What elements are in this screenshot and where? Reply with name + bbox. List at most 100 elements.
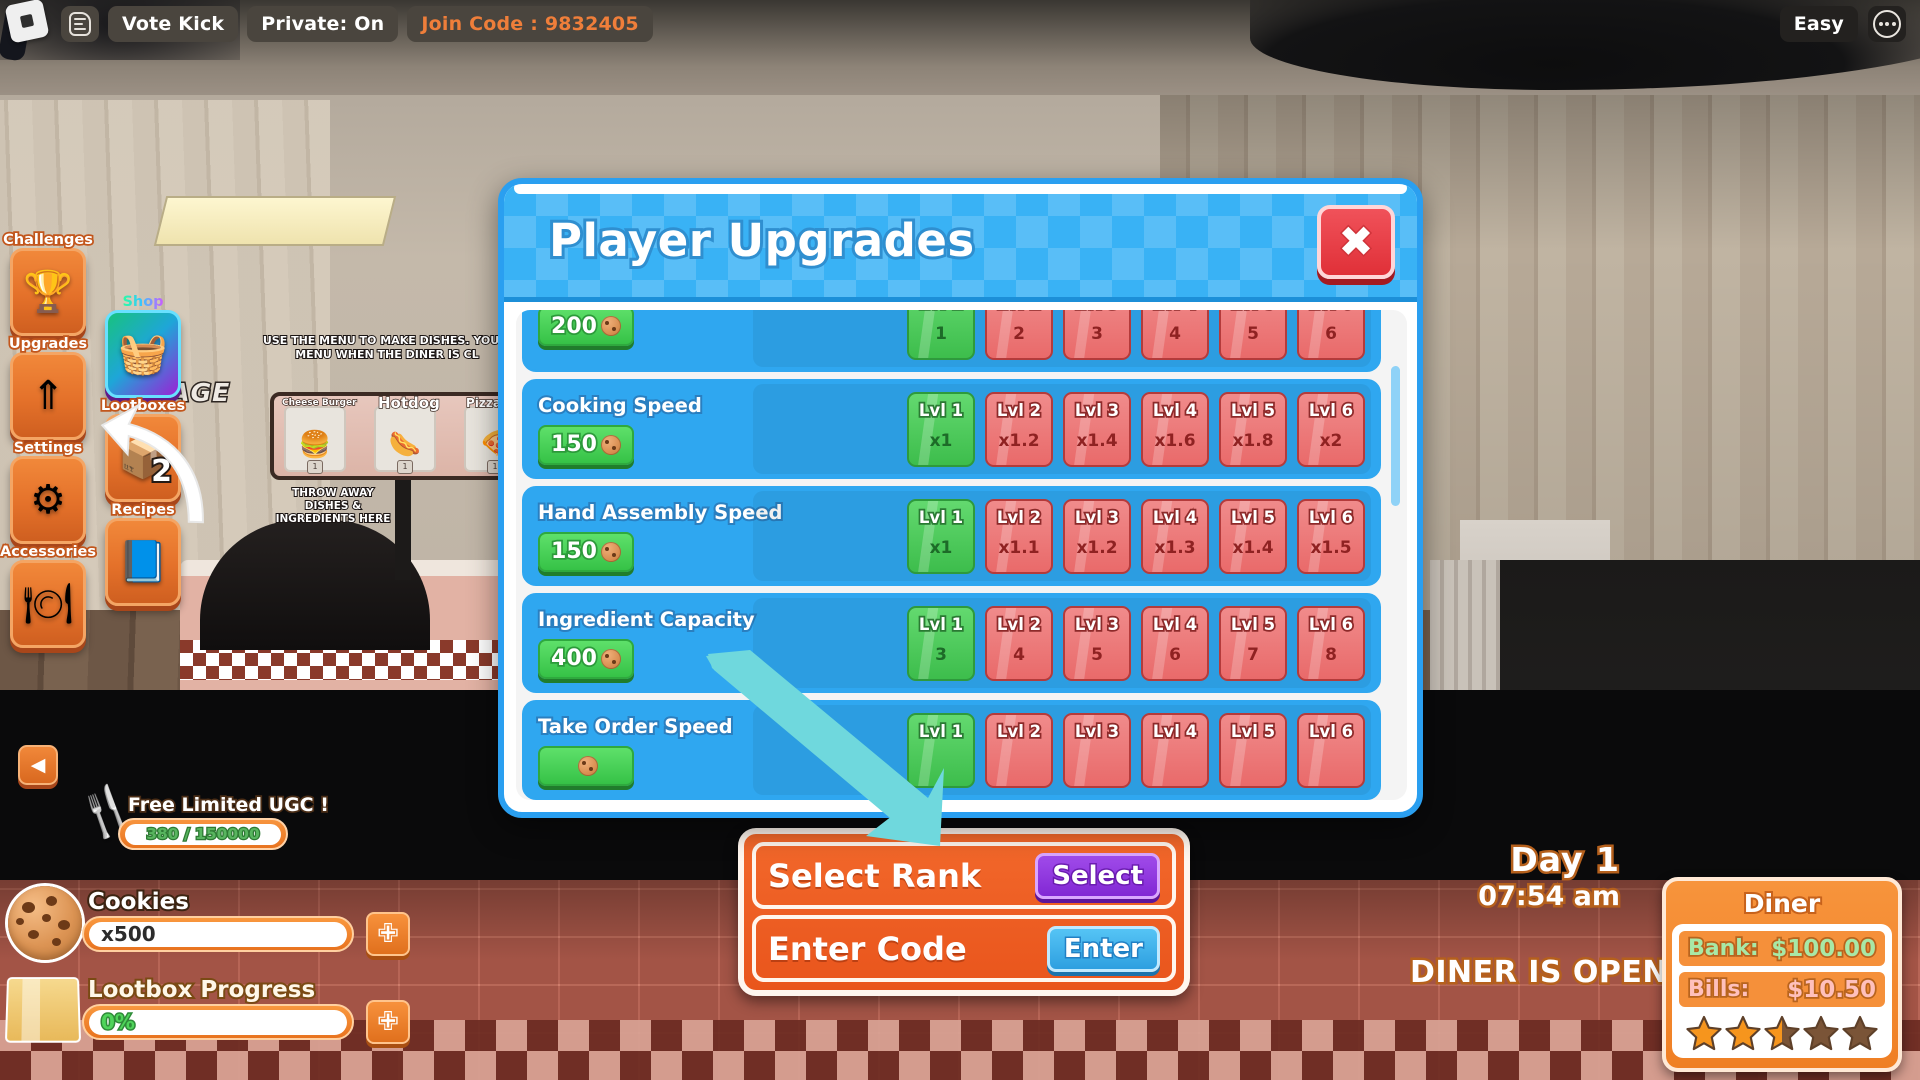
recipe-book-icon: 📘 (118, 539, 168, 585)
upgrade-level-value: x1.4 (1076, 430, 1118, 451)
upgrade-level-button[interactable]: Lvl 4 (1141, 712, 1209, 788)
bills-label: Bills: (1686, 975, 1751, 1004)
modal-close-button[interactable]: ✖ (1317, 205, 1395, 279)
menu-button[interactable] (61, 6, 99, 42)
more-options-button[interactable] (1868, 6, 1906, 42)
modal-scrollbar-thumb[interactable] (1391, 366, 1400, 506)
upgrade-price-button[interactable]: 150 (538, 531, 634, 572)
upgrade-level-button[interactable]: Lvl 2 x1.1 (985, 498, 1053, 574)
enter-button[interactable]: Enter (1046, 925, 1160, 972)
upgrade-level-label: Lvl 6 (1307, 613, 1355, 636)
upgrade-level-button[interactable]: Lvl 3 3 (1063, 310, 1131, 360)
select-rank-row: Select Rank Select (752, 842, 1176, 909)
upgrade-price-button[interactable]: 150 (538, 424, 634, 465)
upgrade-level-button[interactable]: Lvl 4 x1.3 (1141, 498, 1209, 574)
sidebar-item-label: Accessories (0, 542, 98, 562)
upgrade-level-button[interactable]: Lvl 6 x1.5 (1297, 498, 1365, 574)
top-bar-right: Easy (1779, 6, 1920, 42)
upgrade-level-button[interactable]: Lvl 1 1 (907, 310, 975, 360)
dish-label-2: Pizza (465, 395, 501, 410)
vote-kick-button[interactable]: Vote Kick (108, 6, 239, 42)
cookies-add-button[interactable]: ✙ (366, 912, 410, 956)
upgrade-level-button[interactable]: Lvl 3 5 (1063, 605, 1131, 681)
sidebar-item-recipes[interactable]: Recipes 📘 (105, 500, 181, 606)
upgrade-name: Hand Assembly Speed (536, 499, 785, 526)
upgrade-info: 200 (538, 310, 753, 346)
upgrade-level-value: x1.4 (1232, 537, 1274, 558)
upgrade-level-label: Lvl 6 (1307, 720, 1355, 743)
sidebar-item-lootboxes[interactable]: Lootboxes 📦 2 (99, 396, 187, 502)
upgrade-level-label: Lvl 2 (995, 310, 1043, 314)
upgrade-level-button[interactable]: Lvl 1 x1 (907, 391, 975, 467)
sidebar-item-upgrades[interactable]: Upgrades ⇑ (7, 334, 89, 440)
select-button[interactable]: Select (1035, 852, 1160, 899)
upgrade-level-button[interactable]: Lvl 1 3 (907, 605, 975, 681)
star-icon (1724, 1015, 1762, 1051)
upgrade-price-button[interactable] (538, 745, 634, 786)
upgrade-level-label: Lvl 4 (1151, 506, 1199, 529)
upgrade-level-value: x2 (1319, 430, 1343, 451)
upgrade-level-button[interactable]: Lvl 5 x1.4 (1219, 498, 1287, 574)
upgrade-level-button[interactable]: Lvl 2 2 (985, 310, 1053, 360)
upgrade-level-value: x1.5 (1310, 537, 1352, 558)
sidebar-item-settings[interactable]: Settings ⚙ (10, 438, 86, 544)
upgrade-level-label: Lvl 6 (1307, 506, 1355, 529)
upgrade-level-button[interactable]: Lvl 5 (1219, 712, 1287, 788)
sidebar-item-challenges[interactable]: Challenges 🏆 (1, 230, 95, 336)
upgrade-level-value: x1.2 (1076, 537, 1118, 558)
modal-scrollbar-track[interactable] (1389, 316, 1401, 794)
lootbox-value: 0% (100, 1009, 137, 1036)
upgrade-level-label: Lvl 5 (1229, 720, 1277, 743)
upgrade-level-button[interactable]: Lvl 4 4 (1141, 310, 1209, 360)
bottom-left-hud: 🍴 Free Limited UGC ! 380 / 150000 Cookie… (0, 770, 430, 1080)
upgrade-level-button[interactable]: Lvl 6 6 (1297, 310, 1365, 360)
upgrade-level-button[interactable]: Lvl 6 8 (1297, 605, 1365, 681)
upgrade-level-button[interactable]: Lvl 5 5 (1219, 310, 1287, 360)
upgrade-level-button[interactable]: Lvl 5 7 (1219, 605, 1287, 681)
upgrade-level-button[interactable]: Lvl 5 x1.8 (1219, 391, 1287, 467)
diner-status-text: DINER IS OPEN (1407, 953, 1670, 993)
upgrade-level-button[interactable]: Lvl 2 (985, 712, 1053, 788)
star-icon (1802, 1015, 1840, 1051)
lootbox-add-button[interactable]: ✙ (366, 1000, 410, 1044)
sidebar-item-accessories[interactable]: Accessories 🍽 (0, 542, 98, 648)
cookie-icon (8, 886, 82, 960)
sidebar-item-badge: 2 (149, 452, 174, 491)
cookie-icon (578, 755, 598, 776)
private-toggle-button[interactable]: Private: On (247, 6, 399, 42)
upgrade-level-button[interactable]: Lvl 2 4 (985, 605, 1053, 681)
upgrade-level-button[interactable]: Lvl 1 x1 (907, 498, 975, 574)
join-code-button[interactable]: Join Code : 9832405 (407, 6, 653, 42)
clock-time: 07:54 am (1476, 879, 1623, 915)
cookie-icon (600, 316, 621, 336)
sidebar-item-shop[interactable]: Shop 🧺 (105, 294, 181, 398)
bills-value: $10.50 (1785, 975, 1877, 1005)
upgrade-level-value: 4 (1169, 323, 1181, 344)
ugc-progress-bar[interactable]: 380 / 150000 (118, 818, 288, 850)
double-chevron-up-icon: ⇑ (31, 373, 65, 419)
upgrade-price-button[interactable]: 400 (538, 638, 634, 679)
upgrade-level-label: Lvl 4 (1151, 310, 1199, 314)
upgrade-level-label: Lvl 4 (1151, 613, 1199, 636)
modal-title: Player Upgrades (546, 211, 977, 270)
upgrade-level-button[interactable]: Lvl 4 6 (1141, 605, 1209, 681)
cookie-icon (600, 434, 621, 455)
upgrade-level-list: Lvl 1 Lvl 2 Lvl 3 Lvl 4 Lvl 5 Lvl 6 (753, 705, 1371, 795)
dish-label-1: Hotdog (377, 393, 440, 412)
difficulty-button[interactable]: Easy (1779, 6, 1858, 42)
upgrade-level-button[interactable]: Lvl 4 x1.6 (1141, 391, 1209, 467)
upgrade-level-button[interactable]: Lvl 6 (1297, 712, 1365, 788)
upgrade-level-button[interactable]: Lvl 3 x1.4 (1063, 391, 1131, 467)
upgrade-price-button[interactable]: 200 (538, 310, 634, 346)
roblox-logo-icon[interactable] (4, 0, 50, 44)
upgrade-level-button[interactable]: Lvl 6 x2 (1297, 391, 1365, 467)
chef-hat-icon: 🍽 (22, 581, 74, 627)
sidebar-item-label: Shop (122, 294, 164, 310)
upgrade-level-button[interactable]: Lvl 3 (1063, 712, 1131, 788)
dish-count-0: 1 (307, 460, 323, 474)
upgrade-level-button[interactable]: Lvl 1 (907, 712, 975, 788)
upgrade-level-value: x1.6 (1154, 430, 1196, 451)
upgrade-level-button[interactable]: Lvl 3 x1.2 (1063, 498, 1131, 574)
upgrade-level-button[interactable]: Lvl 2 x1.2 (985, 391, 1053, 467)
cookies-bar: x500 (82, 916, 354, 952)
